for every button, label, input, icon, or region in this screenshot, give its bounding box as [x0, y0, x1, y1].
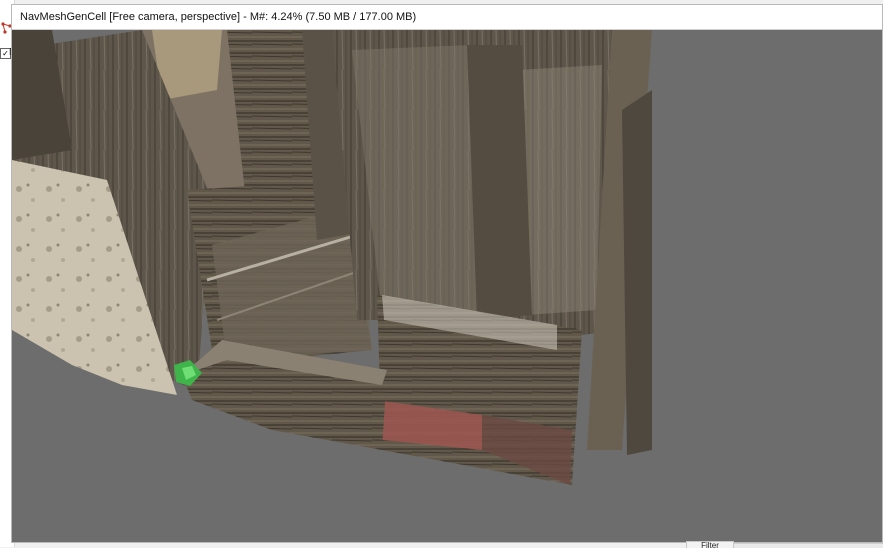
- scene-render: [12, 30, 652, 485]
- viewport-title: NavMeshGenCell [Free camera, perspective…: [20, 11, 417, 23]
- viewport-window[interactable]: NavMeshGenCell [Free camera, perspective…: [11, 4, 883, 543]
- viewport-titlebar[interactable]: NavMeshGenCell [Free camera, perspective…: [12, 5, 882, 30]
- render-viewport[interactable]: [12, 30, 882, 542]
- bottom-panel-strip: [734, 543, 883, 548]
